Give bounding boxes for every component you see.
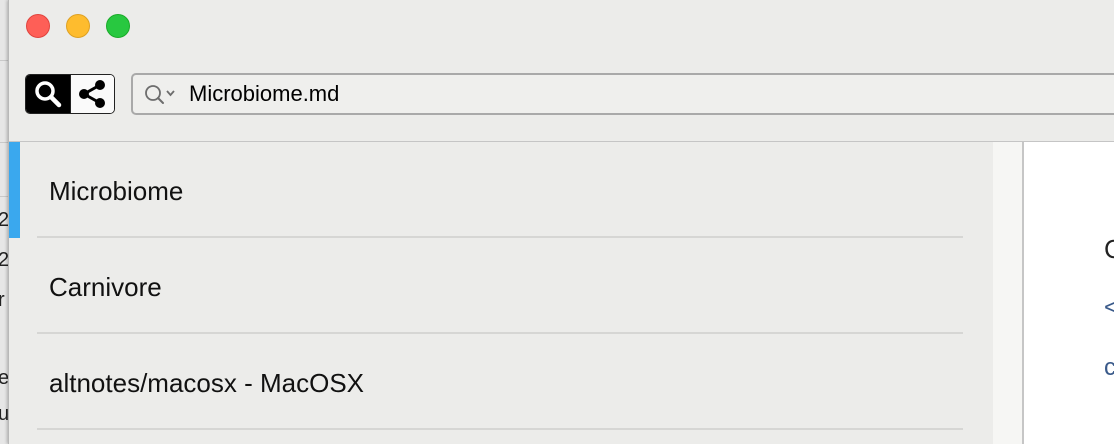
search-dropdown-icon (145, 85, 175, 104)
background-text: r (0, 289, 5, 311)
note-title: Carnivore (49, 272, 162, 302)
share-button[interactable] (69, 75, 114, 113)
note-list-item-microbiome[interactable]: Microbiome (9, 142, 993, 238)
minimize-window-button[interactable] (66, 14, 90, 38)
magnifier-icon (35, 81, 61, 108)
note-title: Microbiome (49, 176, 184, 206)
maximize-window-button[interactable] (106, 14, 130, 38)
row-separator (37, 428, 963, 430)
toolbar-mode-group (25, 74, 115, 114)
close-window-button[interactable] (26, 14, 50, 38)
search-query-text: Microbiome.md (189, 81, 340, 106)
editor-pane[interactable]: C < c (1024, 142, 1114, 444)
search-options-dropdown[interactable] (139, 75, 183, 113)
note-list-item-macosx[interactable]: altnotes/macosx - MacOSX (9, 334, 993, 430)
search-mode-button[interactable] (26, 75, 70, 113)
editor-text: c (1104, 354, 1114, 381)
note-list-scrollbar[interactable] (993, 142, 1023, 444)
note-title: altnotes/macosx - MacOSX (49, 368, 364, 398)
editor-text: C (1104, 234, 1114, 264)
share-icon (79, 80, 106, 108)
editor-text: < (1104, 294, 1114, 321)
selection-indicator (9, 142, 20, 238)
app-window: Microbiome.md Microbiome Carnivore altno… (8, 0, 1114, 444)
note-list: Microbiome Carnivore altnotes/macosx - M… (9, 142, 993, 444)
note-list-item-carnivore[interactable]: Carnivore (9, 238, 993, 334)
search-input[interactable]: Microbiome.md (131, 73, 1114, 115)
